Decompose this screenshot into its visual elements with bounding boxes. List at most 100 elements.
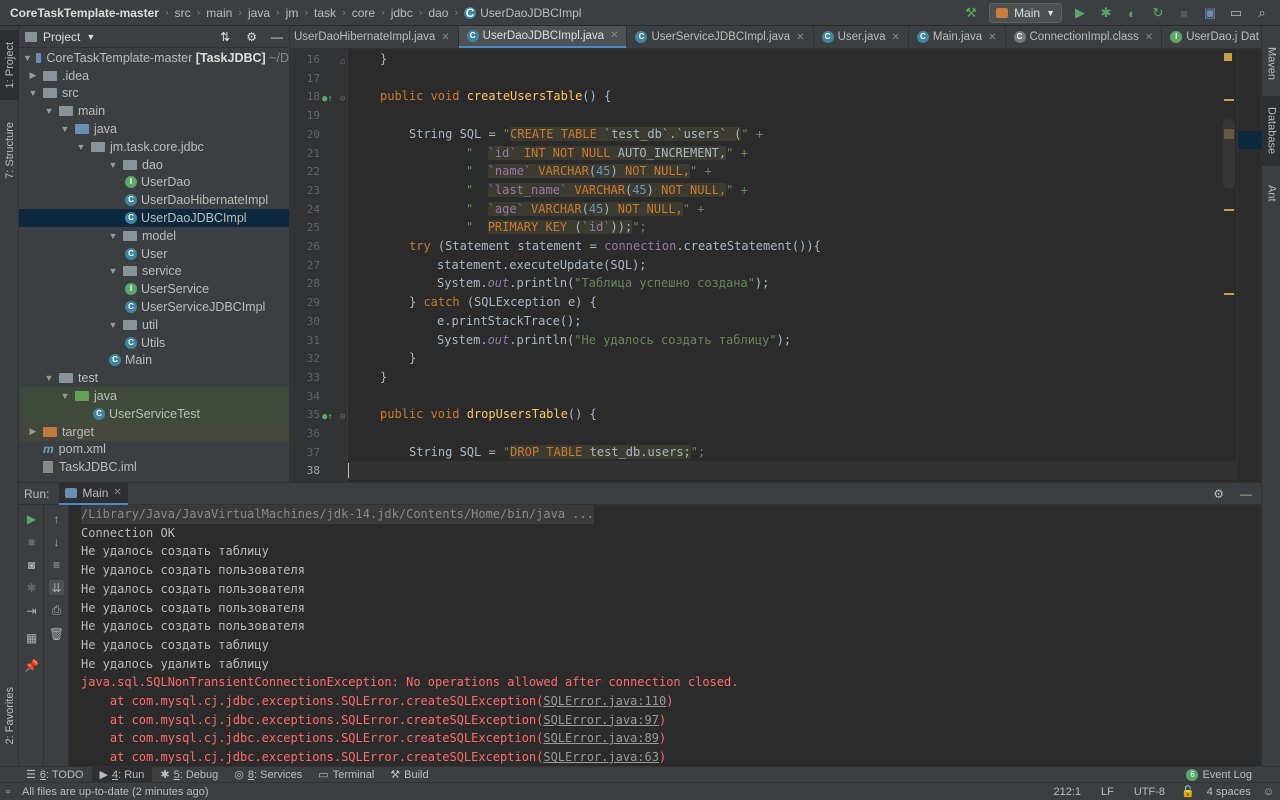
- lock-icon[interactable]: 🔓: [1175, 785, 1201, 798]
- tool-tab-terminal[interactable]: ▭ Terminal: [310, 767, 382, 783]
- tree-item-test-java[interactable]: ▼ java: [19, 387, 289, 405]
- breadcrumb-java[interactable]: java: [248, 6, 270, 20]
- code-editor[interactable]: } public void createUsersTable() { Strin…: [348, 49, 1237, 482]
- tree-item-utils[interactable]: C Utils: [19, 334, 289, 352]
- tool-tab-favorites[interactable]: 2: Favorites: [0, 676, 19, 756]
- tree-item-util[interactable]: ▼ util: [19, 316, 289, 334]
- tree-item-java[interactable]: ▼ java: [19, 120, 289, 138]
- window-icon[interactable]: ▭: [1228, 5, 1244, 21]
- breadcrumb-class[interactable]: UserDaoJDBCImpl: [480, 6, 581, 20]
- hide-icon[interactable]: —: [1240, 487, 1252, 501]
- tool-tab-run[interactable]: ▶ 4: Run: [91, 766, 153, 783]
- print-icon[interactable]: ⎙: [49, 603, 64, 618]
- console-command-line[interactable]: /Library/Java/JavaVirtualMachines/jdk-14…: [81, 505, 594, 524]
- stack-trace-link[interactable]: SQLError.java:110: [543, 694, 666, 708]
- close-icon[interactable]: ✕: [988, 32, 996, 43]
- tree-item-src[interactable]: ▼ src: [19, 85, 289, 103]
- tree-item-service[interactable]: ▼ service: [19, 263, 289, 281]
- tree-item-package[interactable]: ▼ jm.task.core.jdbc: [19, 138, 289, 156]
- stop-icon[interactable]: ■: [24, 534, 39, 549]
- tree-item-userdaohibernateimpl[interactable]: C UserDaoHibernateImpl: [19, 191, 289, 209]
- breadcrumb-dao[interactable]: dao: [428, 6, 448, 20]
- close-icon[interactable]: ✕: [892, 32, 900, 43]
- tool-tab-database[interactable]: Database: [1262, 96, 1280, 166]
- tab-userservicejdbcimpl[interactable]: C UserServiceJDBCImpl.java ✕: [627, 26, 814, 48]
- profile-icon[interactable]: ↻: [1150, 5, 1166, 21]
- tool-tab-maven[interactable]: Maven: [1262, 44, 1280, 84]
- run-tab-main[interactable]: Main ✕: [59, 482, 128, 505]
- camera-icon[interactable]: ◙: [24, 557, 39, 572]
- breadcrumb-jdbc[interactable]: jdbc: [391, 6, 413, 20]
- breadcrumb-task[interactable]: task: [314, 6, 336, 20]
- tree-item-target[interactable]: ▶ target: [19, 422, 289, 441]
- fold-icon[interactable]: ⌂: [340, 57, 345, 67]
- trash-icon[interactable]: 🗑: [49, 626, 64, 641]
- search-icon[interactable]: ⌕: [1254, 5, 1270, 21]
- tab-connectionimpl[interactable]: C ConnectionImpl.class ✕: [1006, 26, 1163, 48]
- tab-user[interactable]: C User.java ✕: [814, 26, 909, 48]
- breadcrumb-jm[interactable]: jm: [286, 6, 299, 20]
- tab-userdaojdbcimpl[interactable]: C UserDaoJDBCImpl.java ✕: [458, 26, 628, 48]
- implements-marker-icon[interactable]: ●↑: [322, 94, 333, 104]
- tool-tab-todo[interactable]: ☰ 6: TODO: [0, 767, 92, 783]
- scroll-marker[interactable]: [1224, 293, 1234, 295]
- exit-icon[interactable]: ⇥: [24, 603, 39, 618]
- run-icon[interactable]: ▶: [1072, 5, 1088, 21]
- coverage-icon[interactable]: ◐: [1124, 5, 1140, 21]
- stack-trace-link[interactable]: SQLError.java:89: [543, 731, 659, 745]
- tree-item-main-class[interactable]: C Main: [19, 352, 289, 370]
- tree-item-test[interactable]: ▼ test: [19, 369, 289, 387]
- layout-icon[interactable]: ▦: [24, 630, 39, 645]
- database-tab-stub[interactable]: Dat: [1237, 26, 1261, 49]
- indent-setting[interactable]: 4 spaces: [1201, 786, 1257, 798]
- caret-position[interactable]: 212:1: [1043, 786, 1091, 798]
- breadcrumb-src[interactable]: src: [175, 6, 191, 20]
- breadcrumb-project[interactable]: CoreTaskTemplate-master: [10, 6, 159, 20]
- chevron-down-icon[interactable]: ▼: [86, 32, 95, 42]
- arrow-down-icon[interactable]: ↓: [49, 534, 64, 549]
- close-icon[interactable]: ✕: [1145, 32, 1153, 43]
- hide-icon[interactable]: —: [271, 30, 283, 44]
- implements-marker-icon[interactable]: ●↑: [322, 412, 333, 422]
- tree-item-userdaojdbcimpl[interactable]: C UserDaoJDBCImpl: [19, 209, 289, 227]
- scroll-to-end-icon[interactable]: ⇊: [49, 580, 64, 595]
- scroll-marker[interactable]: [1224, 209, 1234, 211]
- fold-icon[interactable]: ⊖: [340, 94, 345, 104]
- pin-icon[interactable]: 📌: [24, 658, 39, 673]
- stack-trace-link[interactable]: SQLError.java:97: [543, 713, 659, 727]
- tree-item-iml[interactable]: TaskJDBC.iml: [19, 458, 289, 476]
- tree-item-idea[interactable]: ▶ .idea: [19, 67, 289, 85]
- tree-item-root[interactable]: ▼ CoreTaskTemplate-master [TaskJDBC] ~/D: [19, 49, 289, 67]
- debug-icon[interactable]: ✱: [1098, 5, 1114, 21]
- run-configuration-select[interactable]: Main ▼: [989, 3, 1062, 23]
- tree-item-user[interactable]: C User: [19, 245, 289, 263]
- tool-tab-services[interactable]: ◎ 8: Services: [226, 767, 310, 783]
- close-icon[interactable]: ✕: [113, 487, 121, 498]
- editor-scroll-map[interactable]: [1223, 49, 1262, 482]
- breadcrumb-main[interactable]: main: [206, 6, 232, 20]
- line-separator[interactable]: LF: [1091, 786, 1124, 798]
- tree-item-main[interactable]: ▼ main: [19, 102, 289, 120]
- fold-icon[interactable]: ⊖: [340, 412, 345, 422]
- stop-icon[interactable]: ■: [1176, 5, 1192, 21]
- debug-icon[interactable]: ✱: [24, 580, 39, 595]
- tab-main[interactable]: C Main.java ✕: [909, 26, 1006, 48]
- console-output[interactable]: /Library/Java/JavaVirtualMachines/jdk-14…: [81, 505, 1261, 767]
- rerun-icon[interactable]: ▶: [24, 511, 39, 526]
- tool-tab-debug[interactable]: ✱ 5: Debug: [152, 767, 226, 783]
- tool-tab-ant[interactable]: Ant: [1262, 176, 1280, 211]
- gear-icon[interactable]: ⚙: [246, 30, 257, 44]
- tab-userdao[interactable]: IUserDao.java✕: [1162, 26, 1237, 48]
- status-toggle-icon[interactable]: ▫: [0, 786, 22, 798]
- soft-wrap-icon[interactable]: ≡: [49, 557, 64, 572]
- status-message[interactable]: All files are up-to-date (2 minutes ago): [22, 786, 208, 798]
- inspector-icon[interactable]: ☺: [1257, 786, 1280, 798]
- build-hammer-icon[interactable]: ⚒: [963, 5, 979, 21]
- tree-item-pom[interactable]: m pom.xml: [19, 441, 289, 459]
- tree-item-model[interactable]: ▼ model: [19, 227, 289, 245]
- close-icon[interactable]: ✕: [441, 32, 449, 43]
- stack-trace-link[interactable]: SQLError.java:63: [543, 750, 659, 764]
- tab-userdaohibernateimpl[interactable]: UserDaoHibernateImpl.java ✕: [290, 26, 459, 48]
- tool-tab-build[interactable]: ⚒ Build: [382, 767, 436, 783]
- arrow-up-icon[interactable]: ↑: [49, 511, 64, 526]
